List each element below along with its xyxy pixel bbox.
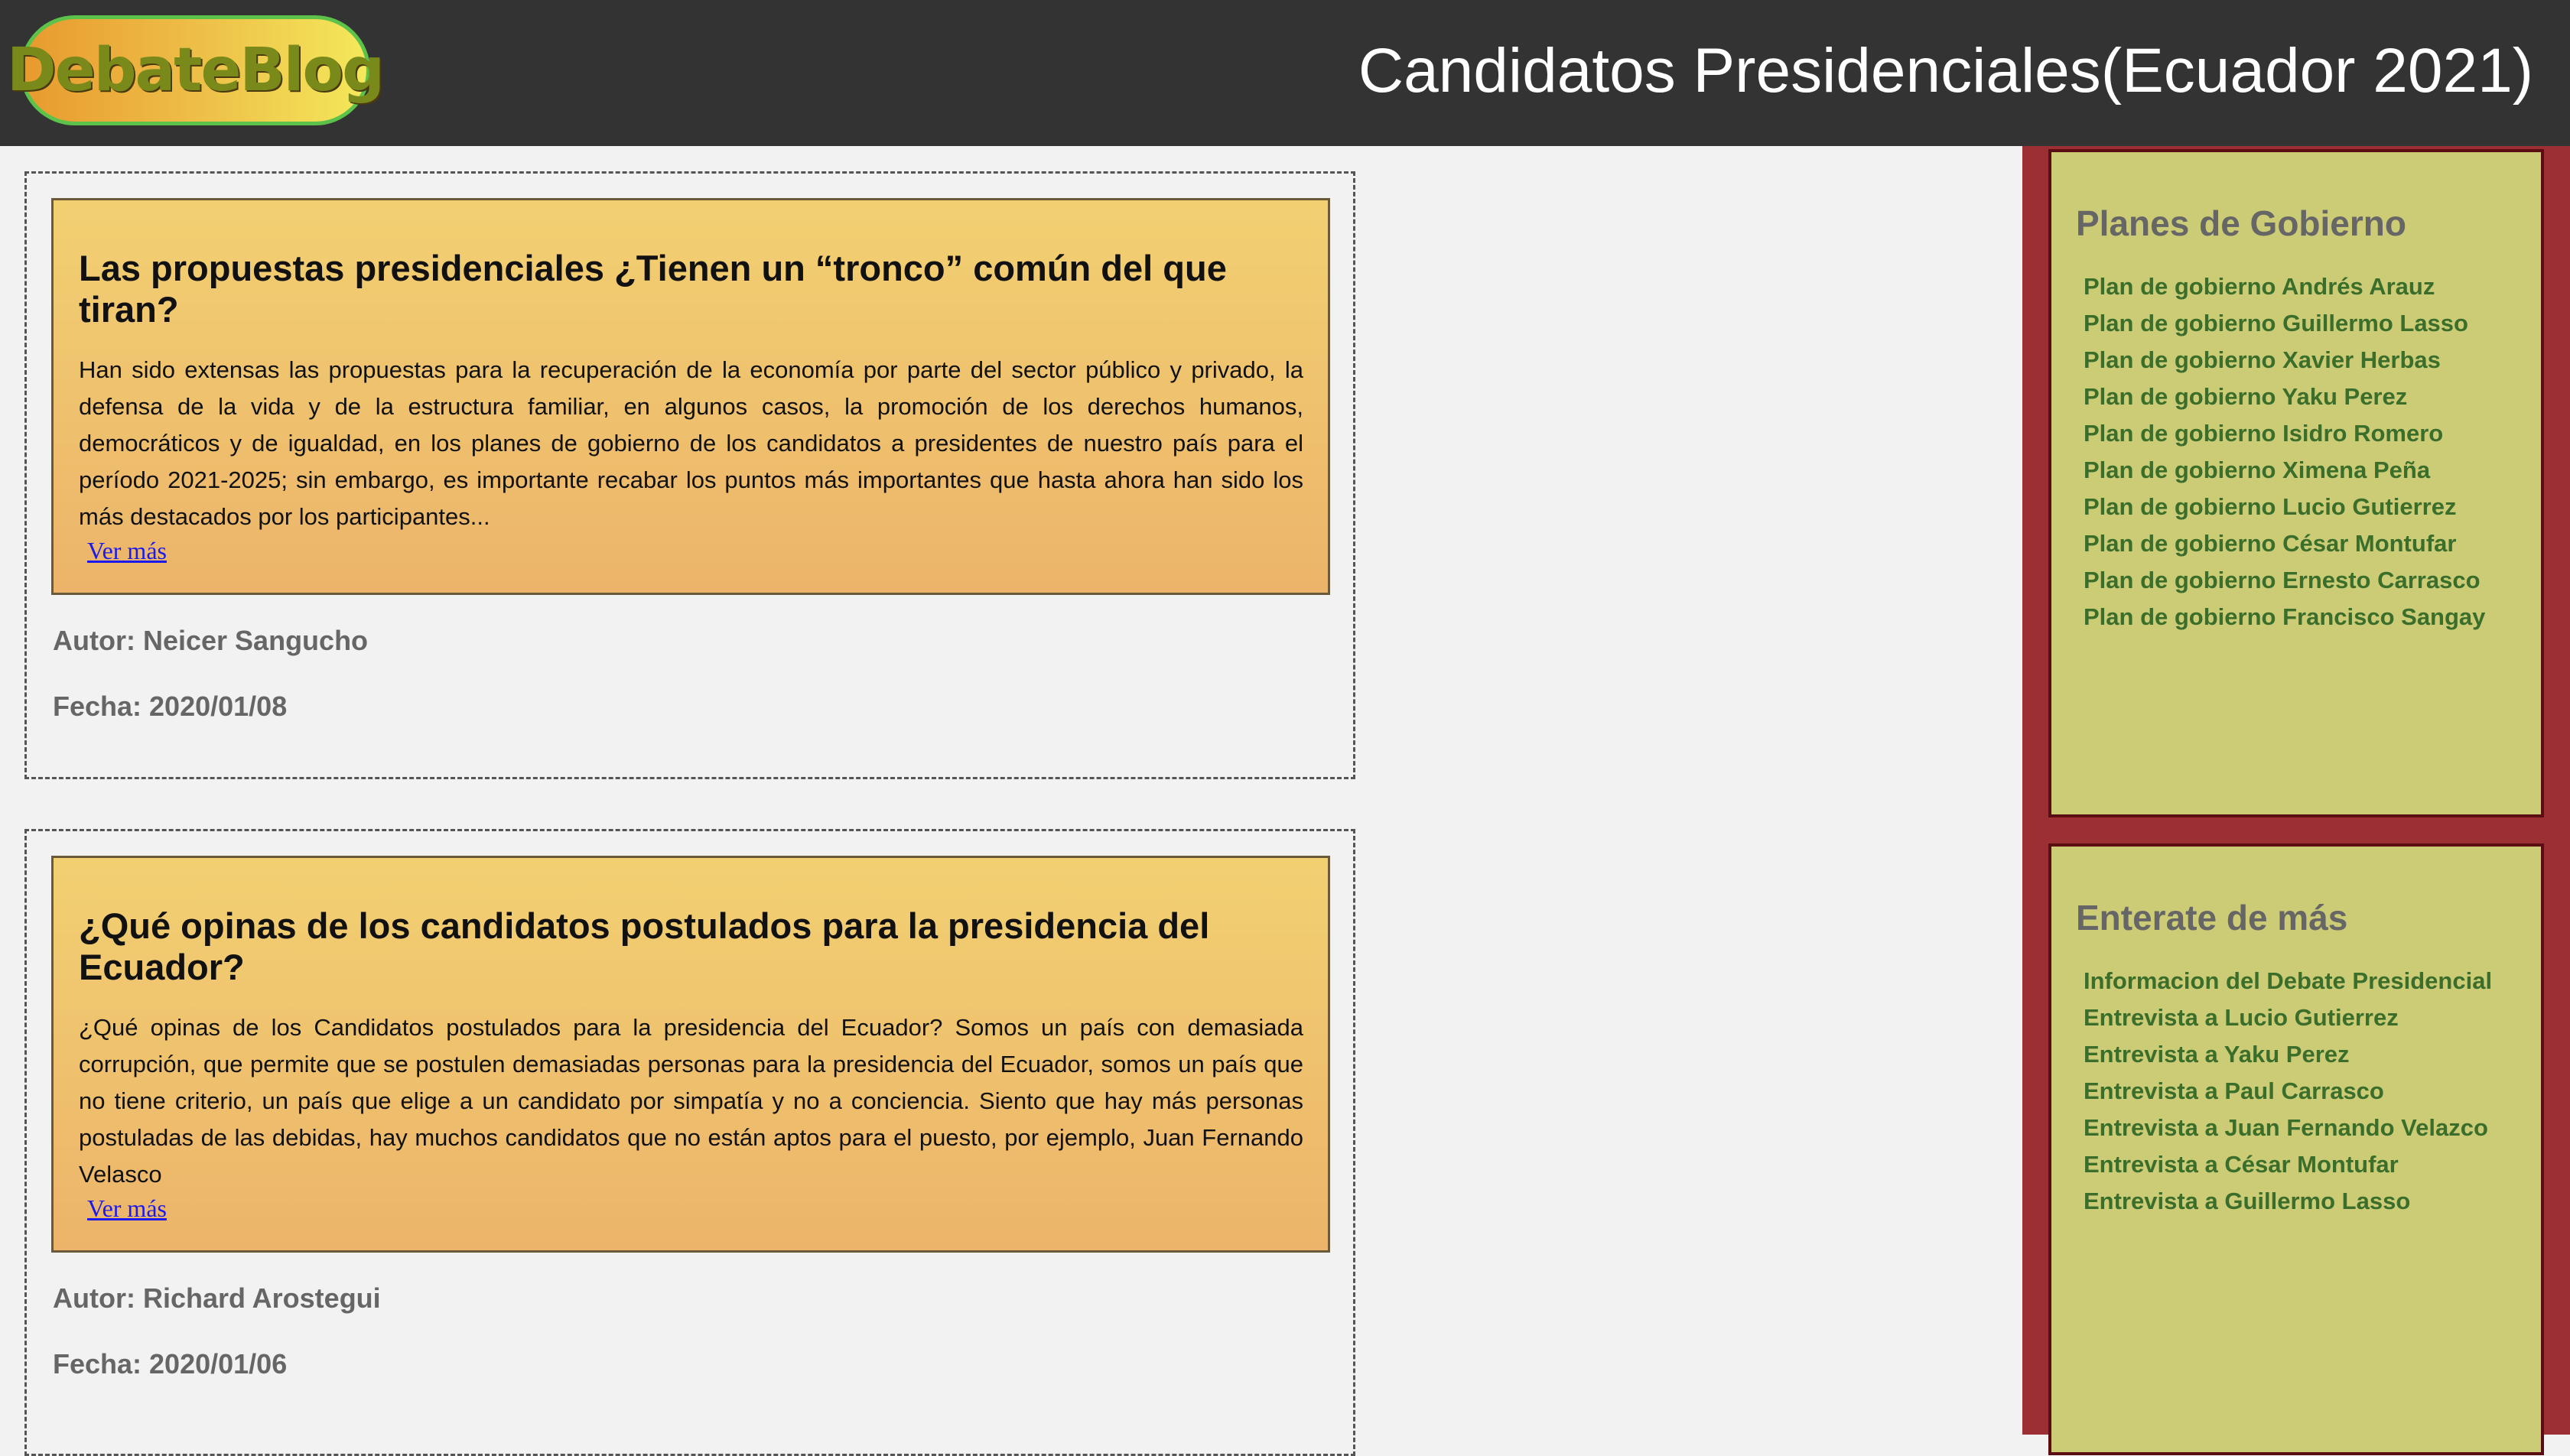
article-title: Las propuestas presidenciales ¿Tienen un… — [79, 248, 1227, 330]
interview-link[interactable]: Entrevista a César Montufar — [2084, 1146, 2518, 1183]
interview-link[interactable]: Entrevista a Juan Fernando Velazco — [2084, 1110, 2518, 1146]
interview-list: Informacion del Debate Presidencial Entr… — [2076, 963, 2518, 1220]
article-card: Las propuestas presidenciales ¿Tienen un… — [51, 198, 1330, 595]
article-date: Fecha: 2020/01/06 — [53, 1348, 288, 1380]
sidebar: Planes de Gobierno Plan de gobierno Andr… — [2022, 146, 2570, 1455]
article-card: ¿Qué opinas de los candidatos postulados… — [51, 856, 1330, 1253]
interview-link[interactable]: Informacion del Debate Presidencial — [2084, 963, 2518, 999]
plan-link[interactable]: Plan de gobierno Guillermo Lasso — [2084, 305, 2518, 342]
plan-link[interactable]: Plan de gobierno Lucio Gutierrez — [2084, 489, 2518, 525]
article-excerpt: ¿Qué opinas de los Candidatos postulados… — [79, 1014, 1303, 1188]
plan-link[interactable]: Plan de gobierno Yaku Perez — [2084, 379, 2518, 415]
page-title: Candidatos Presidenciales(Ecuador 2021) — [1358, 36, 2533, 106]
panel-title: Enterate de más — [2076, 898, 2348, 938]
interview-link[interactable]: Entrevista a Lucio Gutierrez — [2084, 999, 2518, 1036]
article-date: Fecha: 2020/01/08 — [53, 691, 288, 722]
plan-list: Plan de gobierno Andrés Arauz Plan de go… — [2076, 268, 2518, 635]
article-excerpt: Han sido extensas las propuestas para la… — [79, 356, 1303, 531]
plan-link[interactable]: Plan de gobierno Ximena Peña — [2084, 452, 2518, 489]
interview-link[interactable]: Entrevista a Yaku Perez — [2084, 1036, 2518, 1073]
enterate-panel: Enterate de más Informacion del Debate P… — [2048, 843, 2544, 1455]
read-more-link[interactable]: Ver más — [87, 537, 167, 565]
article-title: ¿Qué opinas de los candidatos postulados… — [79, 905, 1210, 988]
read-more-link[interactable]: Ver más — [87, 1194, 167, 1223]
interview-link[interactable]: Entrevista a Paul Carrasco — [2084, 1073, 2518, 1110]
plan-link[interactable]: Plan de gobierno Francisco Sangay — [2084, 599, 2518, 635]
site-logo[interactable]: DebateBlog — [7, 15, 385, 125]
article-author: Autor: Neicer Sangucho — [53, 625, 369, 656]
plan-link[interactable]: Plan de gobierno Andrés Arauz — [2084, 268, 2518, 305]
article-post: ¿Qué opinas de los candidatos postulados… — [24, 829, 1355, 1456]
interview-link[interactable]: Entrevista a Guillermo Lasso — [2084, 1183, 2518, 1220]
article-post: Las propuestas presidenciales ¿Tienen un… — [24, 171, 1355, 779]
planes-panel: Planes de Gobierno Plan de gobierno Andr… — [2048, 149, 2544, 817]
plan-link[interactable]: Plan de gobierno Isidro Romero — [2084, 415, 2518, 452]
plan-link[interactable]: Plan de gobierno Xavier Herbas — [2084, 342, 2518, 379]
article-author: Autor: Richard Arostegui — [53, 1282, 381, 1314]
plan-link[interactable]: Plan de gobierno Ernesto Carrasco — [2084, 562, 2518, 599]
panel-title: Planes de Gobierno — [2076, 203, 2406, 243]
site-header: DebateBlog Candidatos Presidenciales(Ecu… — [0, 0, 2570, 146]
logo-text: DebateBlog — [7, 36, 385, 105]
plan-link[interactable]: Plan de gobierno César Montufar — [2084, 525, 2518, 562]
